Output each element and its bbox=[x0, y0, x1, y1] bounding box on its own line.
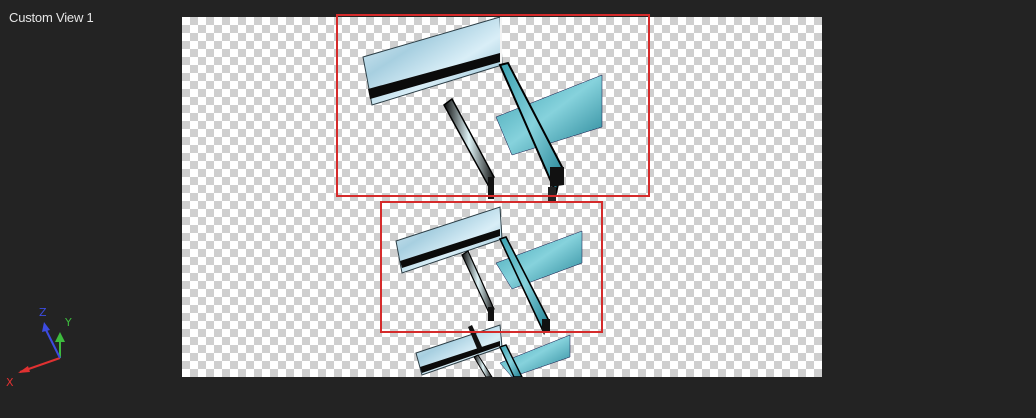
x-axis-arrow bbox=[18, 366, 30, 373]
z-axis-label: Z bbox=[39, 306, 47, 319]
selection-box-1[interactable] bbox=[336, 14, 650, 197]
z-axis-arrow bbox=[42, 322, 50, 332]
viewport-label: Custom View 1 bbox=[9, 10, 94, 25]
axis-gizmo: X Y Z bbox=[0, 300, 90, 400]
y-axis-arrow bbox=[55, 332, 65, 342]
y-axis-label: Y bbox=[64, 316, 72, 329]
selection-box-2[interactable] bbox=[380, 201, 603, 333]
x-axis-label: X bbox=[6, 376, 14, 389]
z-axis-line bbox=[45, 329, 61, 359]
